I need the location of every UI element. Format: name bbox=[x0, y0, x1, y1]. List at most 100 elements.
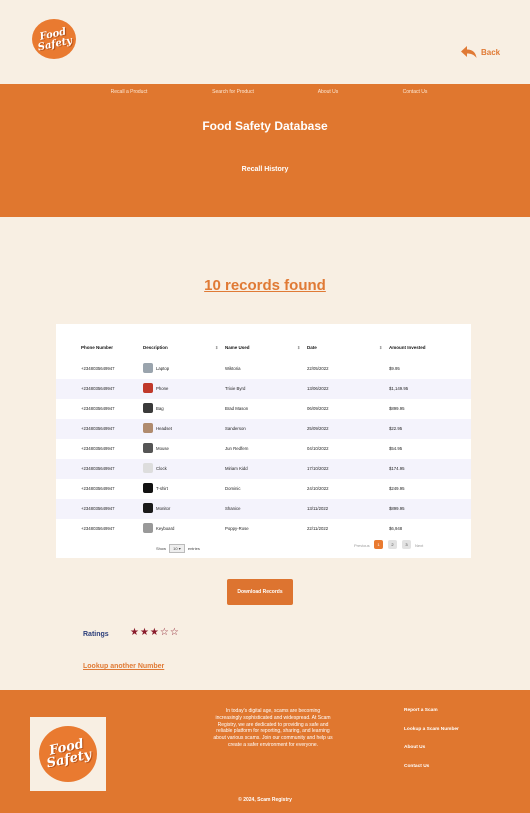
cell-name: Jun Redfern bbox=[225, 446, 249, 451]
cell-date: 17/10/2022 bbox=[307, 466, 329, 471]
cell-amount: $54.95 bbox=[389, 446, 403, 451]
cell-phone: +2348035649947 bbox=[81, 486, 115, 491]
col-date[interactable]: Date ⇕ bbox=[307, 345, 382, 350]
footer-link-report[interactable]: Report a Scam bbox=[404, 708, 438, 713]
reply-arrow-icon bbox=[461, 46, 477, 58]
back-button[interactable]: Back bbox=[461, 45, 500, 59]
laptop-icon bbox=[143, 363, 153, 373]
cell-name: Miriam Kidd bbox=[225, 466, 248, 471]
cell-date: 25/09/2022 bbox=[307, 426, 329, 431]
cell-phone: +2348035649947 bbox=[81, 446, 115, 451]
cell-name: Trixie Byrd bbox=[225, 386, 246, 391]
cell-amount: $9.95 bbox=[389, 366, 400, 371]
brand-logo[interactable]: Food Safety bbox=[32, 19, 76, 59]
cell-description: Keyboard bbox=[156, 526, 175, 531]
entries-label: entries bbox=[187, 546, 200, 551]
top-header bbox=[0, 0, 530, 84]
main-nav: Recall a Product Search for Product Abou… bbox=[0, 89, 530, 97]
cell-name: Sanderson bbox=[225, 426, 246, 431]
page-size-select[interactable]: 10 ▾ bbox=[169, 544, 185, 553]
nav-item-about[interactable]: About Us bbox=[318, 89, 339, 95]
cell-name: Poppy-Rose bbox=[225, 526, 249, 531]
table-row: +2348035649947 Bag Brad Mason 06/09/2022 $89… bbox=[56, 399, 471, 419]
nav-item-contact[interactable]: Contact Us bbox=[403, 89, 428, 95]
cell-name: Dominic bbox=[225, 486, 241, 491]
next-page-button[interactable]: Next bbox=[415, 543, 423, 548]
footer-link-contact[interactable]: Contact Us bbox=[404, 764, 429, 769]
logo-text: Food Safety bbox=[36, 25, 74, 53]
cell-description: Phone bbox=[156, 386, 169, 391]
footer-link-lookup[interactable]: Lookup a Scam Number bbox=[404, 727, 459, 732]
col-phone[interactable]: Phone Number bbox=[81, 345, 113, 350]
download-records-button[interactable]: Download Records bbox=[227, 579, 293, 605]
cell-phone: +2348035649947 bbox=[81, 426, 115, 431]
show-label: Show bbox=[156, 546, 167, 551]
table-row: +2348035649947 Monitor Shanice 13/11/2022 $8… bbox=[56, 499, 471, 519]
table-row: +2348035649947 Mouse Jun Redfern 04/10/2022… bbox=[56, 439, 471, 459]
col-description[interactable]: Description ⇕ bbox=[143, 345, 218, 350]
cell-date: 24/10/2022 bbox=[307, 486, 329, 491]
cell-amount: $249.95 bbox=[389, 486, 405, 491]
table-row: +2348035649947 T-shirt Dominic 24/10/2022 $2… bbox=[56, 479, 471, 499]
cell-amount: $22.95 bbox=[389, 426, 403, 431]
nav-item-search[interactable]: Search for Product bbox=[212, 89, 254, 95]
footer-link-about[interactable]: About Us bbox=[404, 745, 425, 750]
page-size-value: 10 bbox=[173, 546, 178, 551]
cell-description: Bag bbox=[156, 406, 164, 411]
table-row: +2348035649947 Keyboard Poppy-Rose 22/11/20… bbox=[56, 519, 471, 539]
cell-amount: $174.95 bbox=[389, 466, 405, 471]
cell-description: Laptop bbox=[156, 366, 170, 371]
cell-description: T-shirt bbox=[156, 486, 168, 491]
col-name[interactable]: Name Used ⇕ bbox=[225, 345, 300, 350]
table-row: +2348035649947 Phone Trixie Byrd 13/06/2022… bbox=[56, 379, 471, 399]
lookup-another-number-link[interactable]: Lookup another Number bbox=[83, 663, 164, 670]
cell-phone: +2348035649947 bbox=[81, 366, 115, 371]
col-amount[interactable]: Amount Invested bbox=[389, 345, 426, 350]
keyboard-icon bbox=[143, 523, 153, 533]
page-3-button[interactable]: 3 bbox=[402, 540, 411, 549]
hero-banner bbox=[0, 84, 530, 217]
footer-logo[interactable]: Food Safety bbox=[39, 726, 97, 782]
cell-phone: +2348035649947 bbox=[81, 406, 115, 411]
sort-icon: ⇕ bbox=[297, 345, 301, 350]
clock-icon bbox=[143, 463, 153, 473]
cell-name: Brad Mason bbox=[225, 406, 249, 411]
records-count-heading: 10 records found bbox=[204, 277, 326, 294]
cell-phone: +2348035649947 bbox=[81, 526, 115, 531]
cell-phone: +2348035649947 bbox=[81, 386, 115, 391]
cell-date: 13/06/2022 bbox=[307, 386, 329, 391]
page-title: Food Safety Database bbox=[202, 119, 328, 133]
page-subtitle: Recall History bbox=[241, 166, 289, 173]
col-date-label: Date bbox=[307, 345, 317, 350]
page-1-button[interactable]: 1 bbox=[374, 540, 383, 549]
monitor-icon bbox=[143, 503, 153, 513]
col-name-label: Name Used bbox=[225, 345, 250, 350]
cell-phone: +2348035649947 bbox=[81, 466, 115, 471]
previous-page-button[interactable]: Previous bbox=[354, 543, 370, 548]
nav-item-recall[interactable]: Recall a Product bbox=[111, 89, 148, 95]
cell-phone: +2348035649947 bbox=[81, 506, 115, 511]
col-description-label: Description bbox=[143, 345, 168, 350]
rating-stars[interactable]: ★★★☆☆ bbox=[130, 627, 180, 638]
cell-name: Shanice bbox=[225, 506, 241, 511]
ratings-label: Ratings bbox=[83, 631, 109, 638]
cell-date: 13/11/2022 bbox=[307, 506, 329, 511]
footer-logo-text: Food Safety bbox=[45, 736, 93, 772]
cell-amount: $899.95 bbox=[389, 506, 405, 511]
table-row: +2348035649947 Laptop Wiktoria 22/05/2022 $9… bbox=[56, 359, 471, 379]
table-row: +2348035649947 Headset Sanderson 25/09/2022… bbox=[56, 419, 471, 439]
cell-amount: $6,948 bbox=[389, 526, 403, 531]
page-2-button[interactable]: 2 bbox=[388, 540, 397, 549]
headset-icon bbox=[143, 423, 153, 433]
sort-icon: ⇕ bbox=[379, 345, 383, 350]
cell-description: Mouse bbox=[156, 446, 169, 451]
cell-amount: $1,149.95 bbox=[389, 386, 409, 391]
records-table: Phone Number Description ⇕ Name Used ⇕ Dat… bbox=[56, 324, 471, 558]
cell-description: Clock bbox=[156, 466, 167, 471]
cell-date: 04/10/2022 bbox=[307, 446, 329, 451]
cell-description: Monitor bbox=[156, 506, 171, 511]
cell-name: Wiktoria bbox=[225, 366, 241, 371]
footer-description: In today's digital age, scams are becomi… bbox=[213, 708, 333, 748]
cell-description: Headset bbox=[156, 426, 173, 431]
cell-amount: $899.95 bbox=[389, 406, 405, 411]
